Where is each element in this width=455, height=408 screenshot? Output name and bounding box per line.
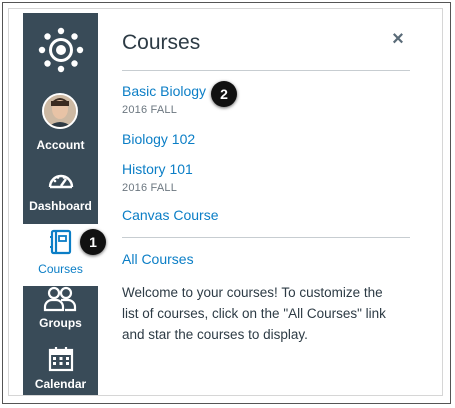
dashboard-gauge-icon bbox=[48, 174, 74, 189]
divider bbox=[122, 70, 410, 71]
global-navigation: Account Dashboard Courses Groups Calenda… bbox=[23, 13, 98, 395]
divider bbox=[122, 237, 410, 238]
nav-dashboard[interactable]: Dashboard bbox=[23, 165, 98, 227]
nav-calendar[interactable]: Calendar bbox=[23, 343, 98, 405]
nav-courses-label: Courses bbox=[38, 262, 83, 276]
nav-dashboard-label: Dashboard bbox=[29, 199, 92, 213]
course-link-biology-102[interactable]: Biology 102 bbox=[122, 131, 195, 147]
nav-account-label: Account bbox=[36, 138, 85, 152]
avatar bbox=[42, 93, 78, 129]
groups-people-icon bbox=[43, 286, 77, 312]
course-link-canvas-course[interactable]: Canvas Course bbox=[122, 207, 219, 223]
canvas-logo-icon[interactable] bbox=[36, 25, 86, 75]
close-icon[interactable]: × bbox=[390, 29, 406, 49]
course-link-basic-biology[interactable]: Basic Biology bbox=[122, 83, 206, 99]
callout-marker: 1 bbox=[80, 229, 106, 255]
avatar-face-icon bbox=[44, 95, 76, 127]
course-term: 2016 FALL bbox=[122, 104, 178, 116]
all-courses-link[interactable]: All Courses bbox=[122, 251, 194, 267]
callout-marker: 2 bbox=[211, 81, 237, 107]
tray-title: Courses bbox=[122, 31, 201, 54]
tray-description: Welcome to your courses! To customize th… bbox=[122, 285, 386, 342]
courses-book-icon bbox=[50, 229, 72, 255]
nav-account[interactable]: Account bbox=[23, 93, 98, 155]
course-link-history-101[interactable]: History 101 bbox=[122, 161, 193, 177]
calendar-icon bbox=[48, 347, 74, 372]
course-term: 2016 FALL bbox=[122, 182, 178, 194]
nav-calendar-label: Calendar bbox=[34, 377, 87, 391]
nav-groups-label: Groups bbox=[39, 316, 82, 330]
nav-groups[interactable]: Groups bbox=[23, 285, 98, 347]
